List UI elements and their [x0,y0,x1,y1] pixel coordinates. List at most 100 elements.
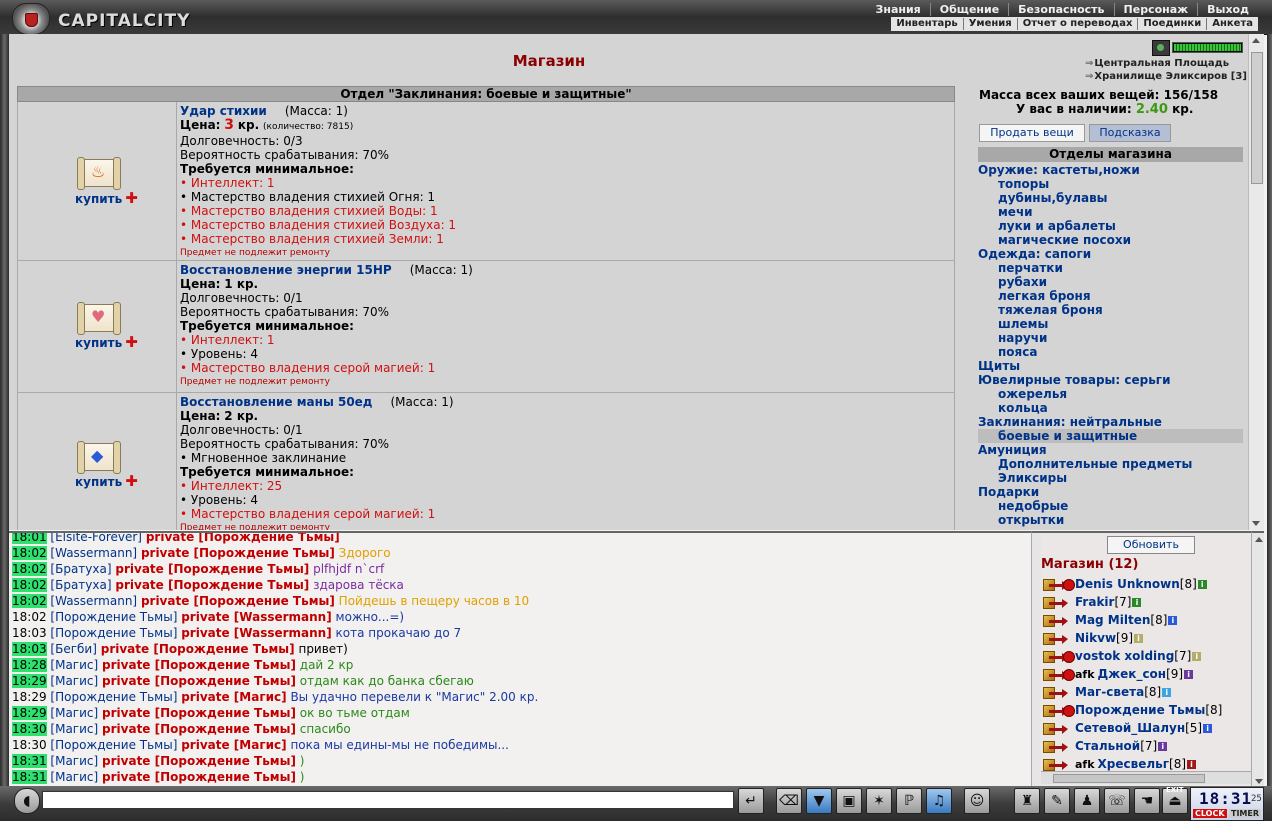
nav-inventory[interactable]: Инвентарь [891,18,962,30]
music-icon[interactable]: ♫ [926,788,952,814]
user-name[interactable]: Сетевой_Шалун [1075,721,1185,735]
private-arrow-icon[interactable] [1049,670,1068,680]
department-link[interactable]: Одежда: сапоги [978,247,1243,261]
filter-icon[interactable]: ▼ [806,788,832,814]
chat-sender[interactable]: [Братуха] [50,562,111,576]
department-link[interactable]: боевые и защитные [978,429,1243,443]
user-info-icon[interactable]: i [1132,598,1142,607]
chat-sender[interactable]: [Wassermann] [50,546,137,560]
hscrollbar-thumb[interactable] [1053,774,1205,783]
department-link[interactable]: Ювелирные товары: серьги [978,373,1243,387]
nav-transfer-report[interactable]: Отчет о переводах [1016,18,1138,30]
chat-private-target[interactable]: private [Магис] [181,738,286,752]
department-link[interactable]: пояса [978,345,1243,359]
department-link[interactable]: Амуниция [978,443,1243,457]
chat-private-target[interactable]: private [Порождение Тьмы] [102,658,296,672]
chat-sender[interactable]: [Магис] [50,722,98,736]
private-arrow-icon[interactable] [1049,652,1068,662]
chat-time[interactable]: 18:29 [12,706,47,720]
department-link[interactable]: ожерелья [978,387,1243,401]
private-arrow-icon[interactable] [1049,598,1068,608]
department-link[interactable]: мечи [978,205,1243,219]
nav-exit[interactable]: Выход [1197,3,1258,16]
chat-private-target[interactable]: private [Порождение Тьмы] [115,562,309,576]
chat-time[interactable]: 18:30 [12,738,47,752]
hint-button[interactable]: Подсказка [1089,124,1171,142]
chat-sender[interactable]: [Порождение Тьмы] [50,738,177,752]
chat-private-target[interactable]: private [Порождение Тьмы] [115,578,309,592]
chat-time[interactable]: 18:02 [12,578,47,592]
nav-knowledge[interactable]: Знания [867,3,930,16]
nav-profile[interactable]: Анкета [1206,18,1258,30]
user-action-icons[interactable] [1043,685,1075,701]
user-info-icon[interactable]: i [1203,724,1213,733]
chat-time[interactable]: 18:29 [12,674,47,688]
chat-time[interactable]: 18:02 [12,562,47,576]
user-action-icons[interactable] [1043,595,1075,611]
chat-time[interactable]: 18:02 [12,546,47,560]
send-icon[interactable]: ↵ [738,788,764,814]
nav-fights[interactable]: Поединки [1137,18,1206,30]
chat-time[interactable]: 18:02 [12,594,47,608]
chat-private-target[interactable]: private [Порождение Тьмы] [102,706,296,720]
chat-private-target[interactable]: private [Порождение Тьмы] [102,770,296,784]
department-link[interactable]: кольца [978,401,1243,415]
chat-sender[interactable]: [Магис] [50,754,98,768]
heart-scroll-icon[interactable]: ♥ [77,302,121,335]
user-name[interactable]: Порождение Тьмы [1075,703,1205,717]
private-arrow-icon[interactable] [1049,634,1068,644]
private-arrow-icon[interactable] [1049,724,1068,734]
chat-private-target[interactable]: private [Порождение Тьмы] [141,546,335,560]
buy-button[interactable]: купить ✚ [75,189,138,207]
hand-icon[interactable]: ☚ [1134,788,1160,814]
department-link[interactable]: открытки [978,513,1243,527]
item-name[interactable]: Восстановление маны 50ед [180,395,373,409]
department-link[interactable]: шлемы [978,317,1243,331]
user-action-icons[interactable] [1043,649,1075,665]
chat-private-target[interactable]: private [Порождение Тьмы] [102,674,296,688]
private-arrow-icon[interactable] [1049,616,1068,626]
chat-sender[interactable]: [Elsite-Forever] [50,533,142,544]
department-link[interactable]: топоры [978,177,1243,191]
department-link[interactable]: Заклинания: нейтральные [978,415,1243,429]
user-action-icons[interactable] [1043,703,1075,719]
department-link[interactable]: рубахи [978,275,1243,289]
department-link[interactable]: Эликсиры [978,471,1243,485]
user-info-icon[interactable]: i [1134,634,1144,643]
department-link[interactable]: недобрые [978,499,1243,513]
timer-button[interactable]: TIMER [1229,809,1262,818]
department-link[interactable]: Дополнительные предметы [978,457,1243,471]
department-link[interactable]: перчатки [978,261,1243,275]
user-name[interactable]: Denis Unknown [1075,577,1180,591]
chat-sender[interactable]: [Братуха] [50,578,111,592]
nav-communication[interactable]: Общение [929,3,1008,16]
item-name[interactable]: Удар стихии [180,104,267,118]
chat-private-target[interactable]: private [Порождение Тьмы] [146,533,340,544]
user-action-icons[interactable] [1043,667,1075,683]
user-name[interactable]: Джек_сон [1098,667,1167,681]
user-info-icon[interactable]: i [1158,742,1168,751]
private-arrow-icon[interactable] [1049,706,1068,716]
user-info-icon[interactable]: i [1197,580,1207,589]
save-icon[interactable]: ▣ [836,788,862,814]
chat-time[interactable]: 18:29 [12,690,47,704]
clock-button[interactable]: CLOCK [1193,809,1227,818]
scrollbar-thumb[interactable] [1251,52,1263,184]
chat-sender[interactable]: [Магис] [50,706,98,720]
user-info-icon[interactable]: i [1184,670,1194,679]
user-name[interactable]: Mag Milten [1075,613,1150,627]
user-action-icons[interactable] [1043,721,1075,737]
translit-icon[interactable]: ℙ [896,788,922,814]
nav-character[interactable]: Персонаж [1113,3,1198,16]
user-action-icons[interactable] [1043,613,1075,629]
user-action-icons[interactable] [1043,631,1075,647]
user-name[interactable]: Frakir [1075,595,1114,609]
chat-time[interactable]: 18:28 [12,658,47,672]
sell-items-button[interactable]: Продать вещи [979,124,1085,142]
private-arrow-icon[interactable] [1049,742,1068,752]
location-link-elixir-storage[interactable]: Хранилище Эликсиров [3] [1085,71,1247,82]
chat-private-target[interactable]: private [Порождение Тьмы] [141,594,335,608]
chat-time[interactable]: 18:03 [12,642,47,656]
chat-private-target[interactable]: private [Wassermann] [181,626,332,640]
friends-icon[interactable]: ☏ [1104,788,1130,814]
